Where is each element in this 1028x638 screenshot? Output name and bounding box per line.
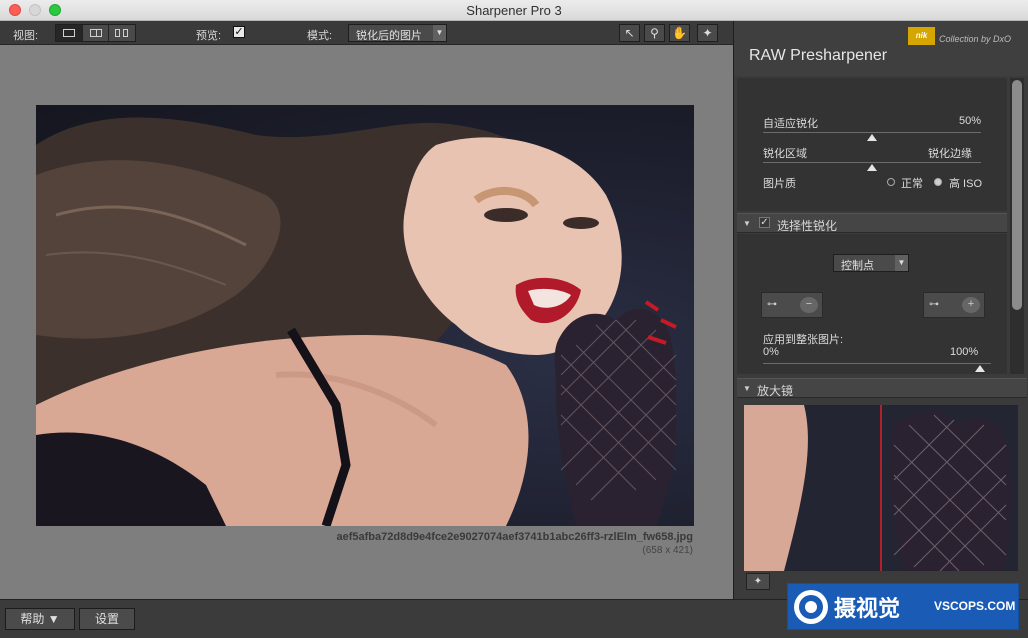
panel-scroll-thumb[interactable] <box>1012 80 1022 310</box>
selective-sharpening-header[interactable]: ▼ ✓ 选择性锐化 <box>737 213 1007 233</box>
apply-to-image-label: 应用到整张图片: <box>763 334 844 346</box>
apply-max-label: 100% <box>950 346 979 358</box>
add-control-point-button[interactable]: ⊶ + <box>923 292 985 318</box>
selective-sharpening-title: 选择性锐化 <box>777 219 838 233</box>
split-view-icon <box>89 29 102 37</box>
adaptive-sharpening-label: 自适应锐化 <box>763 118 818 130</box>
quality-high-iso-radio[interactable] <box>934 178 942 186</box>
single-view-icon <box>63 29 75 37</box>
side-by-side-view-icon <box>123 29 129 37</box>
apply-slider[interactable] <box>763 363 991 364</box>
adaptive-sharpening-value: 50% <box>959 115 982 127</box>
preview-canvas[interactable]: aef5afba72d8d9e4fce2e9027074aef3741b1abc… <box>0 45 733 599</box>
quality-normal-radio[interactable] <box>887 178 895 186</box>
sharpen-area-label: 锐化区域 <box>763 148 807 160</box>
control-points-label: 控制点 <box>841 260 874 272</box>
remove-control-point-button[interactable]: ⊶ − <box>761 292 823 318</box>
view-side-by-side-button[interactable] <box>109 25 135 41</box>
portrait-photo <box>36 117 677 526</box>
sharpener-app: Sharpener Pro 3 视图: 预览: ✓ 模式: 锐化后的图片 ▼ ↖… <box>0 0 1028 638</box>
mode-select[interactable]: 锐化后的图片 ▼ <box>348 24 447 42</box>
camera-logo-graphic <box>799 595 823 619</box>
control-panel: nik Collection by DxO RAW Presharpener 自… <box>733 21 1028 599</box>
selective-sharpening-section: 控制点 ▼ ⊶ − ⊶ + 应用到整张图片: 0% 100% <box>737 234 1007 374</box>
image-quality-label: 图片质 <box>763 178 796 190</box>
watermark-cn-text: 摄视觉 <box>834 596 901 621</box>
sharpen-area-slider[interactable] <box>763 162 981 163</box>
loupe-title: 放大镜 <box>757 384 794 398</box>
control-points-select[interactable]: 控制点 ▼ <box>833 254 909 272</box>
panel-header: nik Collection by DxO RAW Presharpener <box>734 21 1028 76</box>
zoom-tool-button[interactable]: ⚲ <box>644 24 665 42</box>
color-picker-tool-button[interactable]: ✦ <box>697 24 718 42</box>
key-icon: ⊶ <box>767 299 777 310</box>
panel-scrollbar[interactable] <box>1010 78 1024 374</box>
brand-caption: Collection by DxO <box>939 34 1012 44</box>
pin-icon: ✦ <box>753 576 763 587</box>
loupe-view[interactable] <box>744 405 1018 571</box>
minus-icon: − <box>800 297 818 313</box>
hand-tool-button[interactable]: ✋ <box>669 24 690 42</box>
view-split-button[interactable] <box>83 25 110 41</box>
adaptive-sharpening-slider[interactable] <box>763 132 981 133</box>
apply-slider-handle[interactable] <box>975 365 985 372</box>
chevron-down-icon: ▼ <box>743 219 751 228</box>
hand-icon: ✋ <box>672 26 687 40</box>
preview-checkbox[interactable]: ✓ <box>233 26 245 38</box>
arrow-icon: ↖ <box>624 26 635 40</box>
adaptive-slider-handle[interactable] <box>867 134 877 141</box>
image-filename: aef5afba72d8d9e4fce2e9027074aef3741b1abc… <box>336 531 694 543</box>
area-slider-handle[interactable] <box>867 164 877 171</box>
panel-title: RAW Presharpener <box>749 47 888 64</box>
camera-logo-icon <box>794 590 828 624</box>
settings-button[interactable]: 设置 <box>79 608 135 630</box>
chevron-down-icon: ▼ <box>895 255 908 271</box>
toolbar: 视图: 预览: ✓ 模式: 锐化后的图片 ▼ ↖ ⚲ ✋ ✦ <box>0 21 733 45</box>
watermark-en-text: VSCOPS.COM <box>934 599 1016 613</box>
view-mode-group <box>55 24 136 42</box>
raw-presharpener-section: 自适应锐化 50% 锐化区域 锐化边缘 图片质 正常 高 ISO <box>737 78 1007 211</box>
window-title-bar: Sharpener Pro 3 <box>0 0 1028 21</box>
selective-sharpening-checkbox[interactable]: ✓ <box>759 217 770 228</box>
arrow-tool-button[interactable]: ↖ <box>619 24 640 42</box>
loupe-header[interactable]: ▼ 放大镜 <box>737 378 1027 398</box>
mode-label: 模式: <box>307 30 333 42</box>
preview-image[interactable] <box>36 105 694 526</box>
view-single-button[interactable] <box>56 25 83 41</box>
quality-high-iso-label: 高 ISO <box>949 178 983 190</box>
key-icon: ⊶ <box>929 299 939 310</box>
image-dimensions: (658 x 421) <box>642 545 693 556</box>
preview-label: 预览: <box>196 30 222 42</box>
loupe-image <box>744 405 1012 571</box>
sharpen-area-value: 锐化边缘 <box>928 148 972 160</box>
chevron-down-icon: ▼ <box>743 384 751 393</box>
zoom-icon: ⚲ <box>650 26 659 40</box>
pin-loupe-button[interactable]: ✦ <box>746 573 770 590</box>
apply-min-label: 0% <box>763 346 779 358</box>
view-label: 视图: <box>13 30 39 42</box>
window-title: Sharpener Pro 3 <box>466 3 562 18</box>
nik-logo: nik <box>908 27 935 45</box>
mode-select-value: 锐化后的图片 <box>356 30 422 42</box>
color-picker-icon: ✦ <box>702 26 713 40</box>
help-button[interactable]: 帮助 ▼ <box>5 608 75 630</box>
plus-icon: + <box>962 297 980 313</box>
chevron-down-icon: ▼ <box>433 25 446 41</box>
side-by-side-view-icon <box>115 29 121 37</box>
quality-normal-label: 正常 <box>901 178 923 190</box>
watermark-banner: 摄视觉 VSCOPS.COM <box>787 583 1019 630</box>
